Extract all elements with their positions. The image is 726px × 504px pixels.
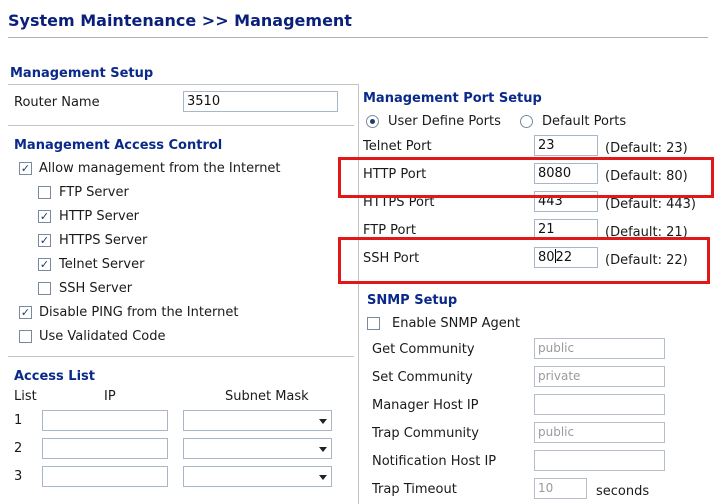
user-define-ports-label: User Define Ports xyxy=(388,114,501,129)
access-list-col-ip: IP xyxy=(104,389,116,404)
set-community-label: Set Community xyxy=(372,370,473,385)
default-ports-radio[interactable] xyxy=(520,115,533,128)
access-list-row-number: 2 xyxy=(14,441,23,456)
ssh-server-checkbox[interactable] xyxy=(38,282,51,295)
trap-community-input[interactable]: public xyxy=(534,422,665,443)
https-server-checkbox[interactable]: ✓ xyxy=(38,234,51,247)
validated-code-label: Use Validated Code xyxy=(39,329,166,344)
access-list-row-number: 3 xyxy=(14,469,23,484)
title-divider xyxy=(8,37,708,38)
telnet-server-checkbox[interactable]: ✓ xyxy=(38,258,51,271)
telnet-port-label: Telnet Port xyxy=(363,139,432,154)
access-list-heading: Access List xyxy=(14,369,95,384)
chevron-down-icon xyxy=(319,447,327,452)
default-ports-label: Default Ports xyxy=(542,114,627,129)
management-setup-heading: Management Setup xyxy=(10,66,154,81)
access-list-mask-select-3[interactable] xyxy=(183,466,332,487)
access-list-mask-select-1[interactable] xyxy=(183,410,332,431)
trap-timeout-unit: seconds xyxy=(596,484,650,499)
ssh-server-label: SSH Server xyxy=(59,281,133,296)
get-community-input[interactable]: public xyxy=(534,338,665,359)
telnet-port-default: (Default: 23) xyxy=(605,141,688,156)
manager-host-ip-input[interactable] xyxy=(534,394,665,415)
ftp-server-label: FTP Server xyxy=(59,185,129,200)
notification-host-ip-input[interactable] xyxy=(534,450,665,471)
ftp-server-checkbox[interactable] xyxy=(38,186,51,199)
port-setup-heading: Management Port Setup xyxy=(363,91,542,106)
section-divider xyxy=(8,84,358,85)
access-list-col-list: List xyxy=(14,389,37,404)
snmp-setup-heading: SNMP Setup xyxy=(367,293,458,308)
column-divider xyxy=(358,84,359,504)
chevron-down-icon xyxy=(319,419,327,424)
trap-timeout-label: Trap Timeout xyxy=(372,482,457,497)
access-list-mask-select-2[interactable] xyxy=(183,438,332,459)
ssh-port-highlight xyxy=(338,237,710,284)
access-list-ip-input-1[interactable] xyxy=(42,410,168,431)
https-server-label: HTTPS Server xyxy=(59,233,148,248)
validated-code-checkbox[interactable] xyxy=(19,330,32,343)
access-list-ip-input-3[interactable] xyxy=(42,466,168,487)
telnet-server-label: Telnet Server xyxy=(59,257,145,272)
disable-ping-checkbox[interactable]: ✓ xyxy=(19,306,32,319)
section-divider xyxy=(8,356,354,357)
user-define-ports-radio[interactable] xyxy=(366,115,379,128)
manager-host-ip-label: Manager Host IP xyxy=(372,398,479,413)
enable-snmp-label: Enable SNMP Agent xyxy=(392,316,521,331)
router-name-input[interactable]: 3510 xyxy=(183,91,338,112)
section-divider xyxy=(8,125,354,126)
ftp-port-label: FTP Port xyxy=(363,223,416,238)
notification-host-ip-label: Notification Host IP xyxy=(372,454,497,469)
telnet-port-input[interactable]: 23 xyxy=(534,135,598,156)
enable-snmp-checkbox[interactable] xyxy=(367,317,380,330)
set-community-input[interactable]: private xyxy=(534,366,665,387)
http-server-label: HTTP Server xyxy=(59,209,140,224)
access-list-ip-input-2[interactable] xyxy=(42,438,168,459)
access-list-col-mask: Subnet Mask xyxy=(225,389,309,404)
page-title: System Maintenance >> Management xyxy=(8,11,352,30)
disable-ping-label: Disable PING from the Internet xyxy=(39,305,239,320)
allow-internet-checkbox[interactable]: ✓ xyxy=(19,162,32,175)
allow-internet-label: Allow management from the Internet xyxy=(39,161,281,176)
http-port-highlight xyxy=(338,157,714,198)
http-server-checkbox[interactable]: ✓ xyxy=(38,210,51,223)
trap-timeout-input[interactable]: 10 xyxy=(534,478,587,499)
get-community-label: Get Community xyxy=(372,342,475,357)
access-control-heading: Management Access Control xyxy=(14,138,223,153)
access-list-row-number: 1 xyxy=(14,413,23,428)
https-port-default: (Default: 443) xyxy=(605,197,696,212)
trap-community-label: Trap Community xyxy=(372,426,479,441)
router-name-label: Router Name xyxy=(14,95,100,110)
chevron-down-icon xyxy=(319,475,327,480)
